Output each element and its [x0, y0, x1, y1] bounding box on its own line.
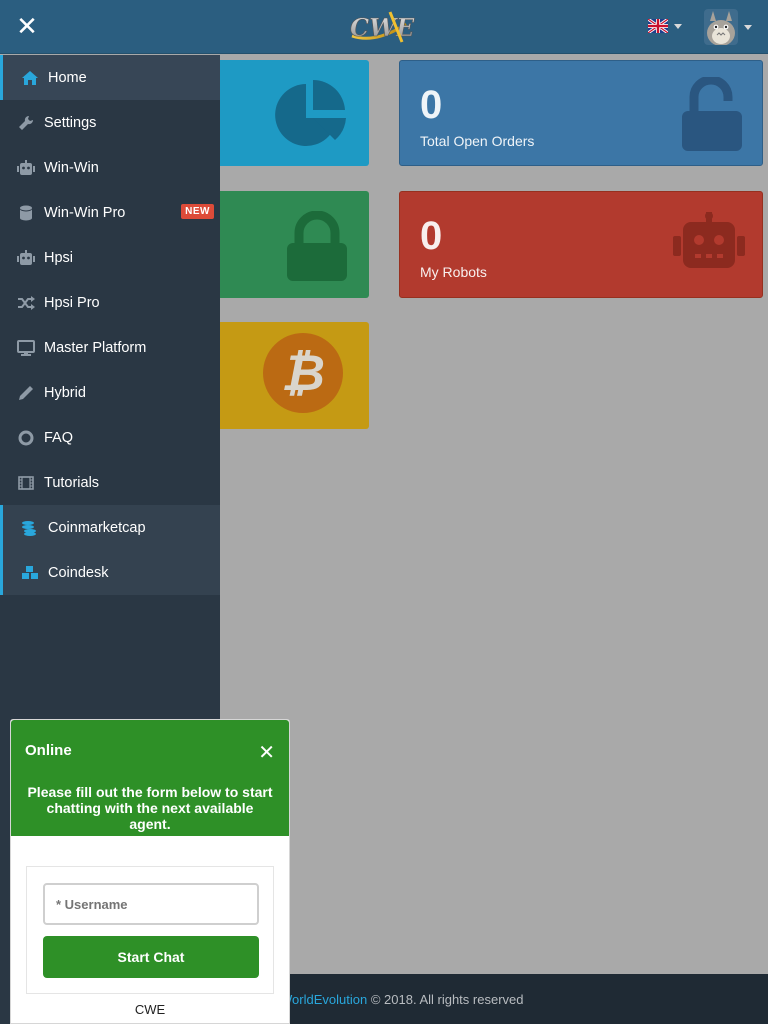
page-footer: WorldEvolution © 2018. All rights reserv… [220, 974, 768, 1024]
footer-link[interactable]: WorldEvolution [280, 992, 367, 1007]
sidebar-item-label: FAQ [44, 429, 74, 446]
shuffle-icon [16, 294, 36, 312]
sidebar-item-label: Hybrid [44, 384, 86, 401]
sidebar-item-label: Coindesk [48, 564, 109, 581]
robot-icon [16, 159, 36, 177]
card-blue[interactable] [200, 60, 369, 166]
coins-icon [20, 519, 40, 537]
card-green[interactable] [200, 191, 369, 298]
avatar [704, 9, 738, 45]
my-robots-count: 0 [420, 214, 443, 258]
svg-text:₿: ₿ [281, 344, 325, 402]
sidebar-item-label: Win-Win Pro [44, 204, 126, 221]
sidebar-item-settings[interactable]: Settings [0, 100, 220, 145]
card-yellow[interactable]: ₿ [200, 322, 369, 429]
sidebar-item-coinmarketcap[interactable]: Coinmarketcap [0, 505, 220, 550]
database-icon [16, 204, 36, 222]
sidebar-item-win-win-pro[interactable]: Win-Win Pro NEW [0, 190, 220, 235]
chat-status: Online [25, 742, 72, 759]
language-selector[interactable] [648, 19, 682, 33]
chat-header: Online ✕ Please fill out the form below … [11, 720, 289, 836]
sidebar-item-hpsi[interactable]: Hpsi [0, 235, 220, 280]
uk-flag-icon [648, 19, 668, 33]
unlock-icon [682, 77, 742, 151]
home-icon [20, 69, 40, 87]
card-my-robots[interactable]: 0 My Robots [399, 191, 763, 298]
sidebar-item-faq[interactable]: FAQ [0, 415, 220, 460]
pencil-icon [16, 384, 36, 402]
sidebar-item-label: Master Platform [44, 339, 147, 356]
life-ring-icon [16, 429, 36, 447]
robot-icon [673, 212, 745, 268]
sidebar-item-hybrid[interactable]: Hybrid [0, 370, 220, 415]
film-icon [16, 474, 36, 492]
cubes-icon [20, 564, 40, 582]
user-menu[interactable] [704, 9, 752, 45]
chevron-down-icon [674, 23, 682, 29]
new-badge: NEW [181, 204, 214, 219]
my-robots-label: My Robots [420, 264, 487, 280]
svg-text:CWE: CWE [350, 13, 415, 42]
card-total-open-orders[interactable]: 0 Total Open Orders [399, 60, 763, 166]
sidebar-item-label: Win-Win [44, 159, 99, 176]
chat-intro-message: Please fill out the form below to start … [27, 784, 273, 832]
sidebar-item-master-platform[interactable]: Master Platform [0, 325, 220, 370]
sidebar-item-coindesk[interactable]: Coindesk [0, 550, 220, 595]
sidebar-item-label: Home [48, 69, 87, 86]
username-field[interactable] [43, 883, 259, 925]
sidebar-item-label: Tutorials [44, 474, 100, 491]
sidebar-item-win-win[interactable]: Win-Win [0, 145, 220, 190]
robot-icon [16, 249, 36, 267]
top-navbar: ✕ CWE [0, 0, 768, 54]
sidebar-item-label: Coinmarketcap [48, 519, 146, 536]
total-open-orders-label: Total Open Orders [420, 133, 535, 149]
pie-chart-icon [275, 79, 346, 146]
chat-form: Start Chat [26, 866, 274, 994]
brand-logo[interactable]: CWE [346, 6, 424, 48]
chat-brand: CWE [134, 1002, 166, 1017]
chevron-down-icon [744, 24, 752, 30]
bitcoin-icon: ₿ [263, 333, 343, 413]
sidebar-item-tutorials[interactable]: Tutorials [0, 460, 220, 505]
sidebar-item-home[interactable]: Home [0, 55, 220, 100]
sidebar-item-hpsi-pro[interactable]: Hpsi Pro [0, 280, 220, 325]
sidebar-item-label: Hpsi Pro [44, 294, 100, 311]
sidebar-item-label: Settings [44, 114, 97, 131]
total-open-orders-count: 0 [420, 83, 443, 127]
lock-icon [287, 211, 347, 281]
close-icon[interactable]: ✕ [258, 740, 275, 765]
start-chat-button[interactable]: Start Chat [43, 936, 259, 978]
footer-copyright: © 2018. All rights reserved [370, 991, 524, 1007]
wrench-icon [16, 114, 36, 132]
desktop-icon [16, 339, 36, 357]
live-chat-widget: Online ✕ Please fill out the form below … [10, 719, 290, 1024]
close-icon[interactable]: ✕ [14, 13, 40, 39]
sidebar-item-label: Hpsi [44, 249, 74, 266]
